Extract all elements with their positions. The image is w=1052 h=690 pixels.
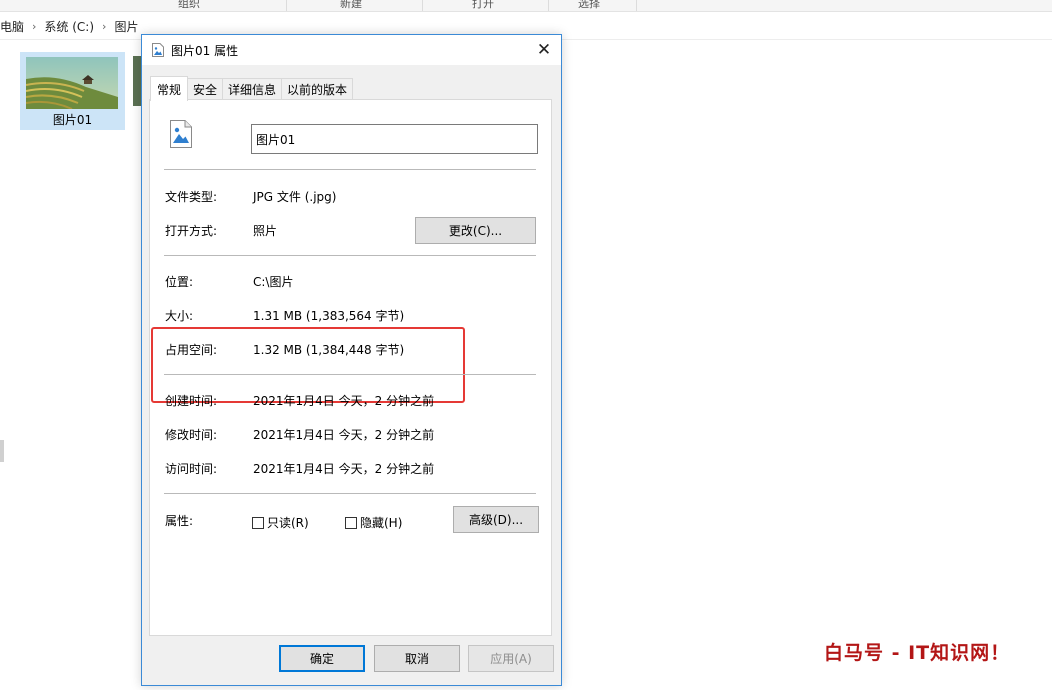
- divider: [164, 493, 536, 494]
- ribbon-group-organize[interactable]: 组织: [178, 0, 200, 10]
- ribbon-group-open[interactable]: 打开: [472, 0, 494, 10]
- created-label: 创建时间:: [165, 394, 218, 408]
- file-type-value: JPG 文件 (.jpg): [253, 190, 337, 204]
- accessed-value: 2021年1月4日 今天，2 分钟之前: [253, 462, 435, 476]
- ribbon-separator: [636, 0, 637, 11]
- breadcrumb-item-drive[interactable]: 系统 (C:): [44, 18, 94, 35]
- created-value: 2021年1月4日 今天，2 分钟之前: [253, 394, 435, 408]
- modified-label: 修改时间:: [165, 428, 218, 442]
- readonly-label: 只读(R): [267, 516, 309, 530]
- scroll-marker: [0, 440, 4, 462]
- checkbox-box[interactable]: [345, 516, 357, 529]
- opens-with-label: 打开方式:: [165, 224, 218, 238]
- hidden-label: 隐藏(H): [360, 516, 403, 530]
- ribbon-separator: [422, 0, 423, 11]
- ribbon-separator: [548, 0, 549, 11]
- divider: [164, 169, 536, 170]
- tab-details[interactable]: 详细信息: [222, 78, 283, 100]
- location-label: 位置:: [165, 275, 194, 289]
- accessed-label: 访问时间:: [165, 462, 218, 476]
- dialog-titlebar[interactable]: 图片01 属性 ✕: [142, 35, 561, 65]
- checkbox-box[interactable]: [252, 516, 264, 529]
- location-value: C:\图片: [253, 275, 294, 289]
- apply-button[interactable]: 应用(A): [468, 645, 554, 672]
- tab-strip: 常规 安全 详细信息 以前的版本: [150, 76, 354, 101]
- breadcrumb-item-pc[interactable]: 电脑: [0, 18, 24, 35]
- attributes-label: 属性:: [165, 514, 194, 528]
- tab-previous-versions[interactable]: 以前的版本: [281, 78, 354, 100]
- ribbon-group-new[interactable]: 新建: [340, 0, 362, 10]
- file-name-label: 图片01: [52, 113, 93, 127]
- image-thumbnail: [26, 57, 118, 109]
- properties-dialog: 图片01 属性 ✕ 常规 安全 详细信息 以前的版本 文件类型: JPG 文件 …: [141, 34, 562, 686]
- change-button[interactable]: 更改(C)...: [415, 217, 536, 244]
- advanced-button[interactable]: 高级(D)...: [453, 506, 539, 533]
- image-file-icon: [152, 43, 164, 57]
- size-label: 大小:: [165, 309, 194, 323]
- watermark-text: 白马号 - IT知识网！: [824, 642, 1011, 664]
- opens-with-value: 照片: [253, 224, 278, 238]
- chevron-right-icon: ›: [102, 20, 107, 33]
- dialog-title: 图片01 属性: [171, 44, 239, 58]
- general-panel: 文件类型: JPG 文件 (.jpg) 打开方式: 照片 更改(C)... 位置…: [149, 99, 552, 636]
- modified-value: 2021年1月4日 今天，2 分钟之前: [253, 428, 435, 442]
- ribbon-group-select[interactable]: 选择: [578, 0, 600, 10]
- close-icon: ✕: [536, 40, 552, 60]
- tab-general[interactable]: 常规: [150, 76, 189, 101]
- readonly-checkbox[interactable]: 只读(R): [252, 514, 309, 531]
- image-file-icon: [170, 120, 192, 148]
- tab-security[interactable]: 安全: [187, 78, 224, 100]
- chevron-right-icon: ›: [32, 20, 37, 33]
- file-type-label: 文件类型:: [165, 190, 218, 204]
- ribbon-separator: [286, 0, 287, 11]
- hidden-checkbox[interactable]: 隐藏(H): [345, 514, 402, 531]
- breadcrumb-item-folder[interactable]: 图片: [114, 18, 138, 35]
- file-name-field[interactable]: [251, 124, 538, 154]
- close-button[interactable]: ✕: [531, 38, 557, 62]
- file-item[interactable]: 图片01: [20, 52, 125, 130]
- divider: [164, 374, 536, 375]
- cancel-button[interactable]: 取消: [374, 645, 460, 672]
- divider: [164, 255, 536, 256]
- size-value: 1.31 MB (1,383,564 字节): [253, 309, 405, 323]
- ok-button[interactable]: 确定: [279, 645, 365, 672]
- ribbon-strip: 组织 新建 打开 选择: [0, 0, 1052, 12]
